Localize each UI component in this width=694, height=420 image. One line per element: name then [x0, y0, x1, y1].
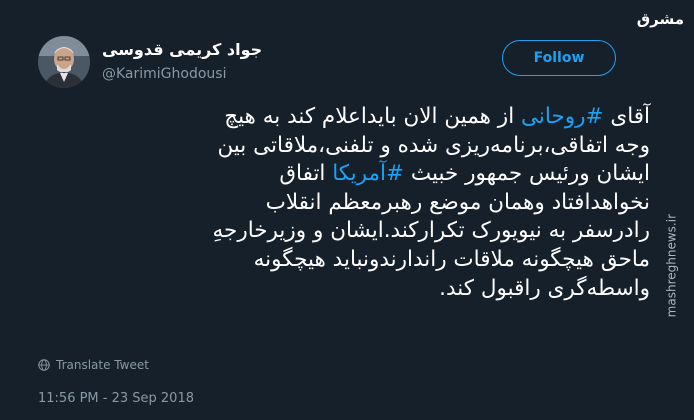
follow-button[interactable]: Follow [502, 40, 616, 76]
tweet-line: نخواهدافتاد وهمان موضع رهبرمعظم انقلاب [38, 189, 650, 218]
watermark-brand: مشرق mashreghnews.ir [637, 4, 690, 420]
tweet-line: ایشان ورئیس جمهور خبیث #آمریکا اتفاق [38, 160, 650, 189]
tweet-line: ماحق هیچگونه ملاقات راندارندونباید هیچگو… [38, 246, 650, 275]
tweet-line: وجه اتفاقی،برنامه‌ریزی شده و تلفنی،ملاقا… [38, 132, 650, 161]
hashtag-link[interactable]: #روحانی [521, 104, 604, 129]
tweet-text: آقای #روحانی از همین الان بایداعلام کند … [38, 103, 650, 303]
tweet-text-segment: آقای [603, 104, 650, 129]
tweet-timestamp[interactable]: 11:56 PM - 23 Sep 2018 [38, 391, 194, 406]
tweet-text-segment: ماحق هیچگونه ملاقات راندارندونباید هیچگو… [253, 246, 650, 272]
globe-icon [38, 359, 50, 371]
avatar[interactable] [38, 36, 90, 88]
tweet-text-segment: از همین الان بایداعلام کند به هیچ [224, 104, 521, 129]
tweet-card: مشرق mashreghnews.ir جواد کریمی قدوسی @K… [0, 0, 694, 420]
tweet-header: جواد کریمی قدوسی @KarimiGhodousi Follow [38, 36, 618, 90]
tweet-text-segment: نخواهدافتاد وهمان موضع رهبرمعظم انقلاب [265, 189, 650, 215]
tweet-line: رادرسفر به نیویورک تکرارکند.ایشان و وزیر… [38, 217, 650, 246]
brand-logo: مشرق [636, 10, 684, 28]
tweet-line: آقای #روحانی از همین الان بایداعلام کند … [38, 103, 650, 132]
translate-label: Translate Tweet [56, 358, 149, 372]
translate-tweet-link[interactable]: Translate Tweet [38, 356, 149, 374]
tweet-line: واسطه‌گری راقبول کند. [38, 275, 650, 304]
tweet-text-segment: اتفاق [279, 161, 333, 187]
brand-url: mashreghnews.ir [664, 214, 678, 318]
tweet-text-segment: رادرسفر به نیویورک تکرارکند.ایشان و وزیر… [212, 218, 650, 244]
tweet-text-segment: ایشان ورئیس جمهور خبیث [404, 161, 650, 187]
tweet-text-segment: واسطه‌گری راقبول کند. [439, 275, 650, 301]
hashtag-link[interactable]: #آمریکا [332, 161, 404, 186]
author-display-name[interactable]: جواد کریمی قدوسی [102, 40, 262, 59]
author-handle[interactable]: @KarimiGhodousi [102, 66, 226, 82]
avatar-photo [38, 36, 90, 88]
tweet-text-segment: وجه اتفاقی،برنامه‌ریزی شده و تلفنی،ملاقا… [217, 132, 650, 158]
